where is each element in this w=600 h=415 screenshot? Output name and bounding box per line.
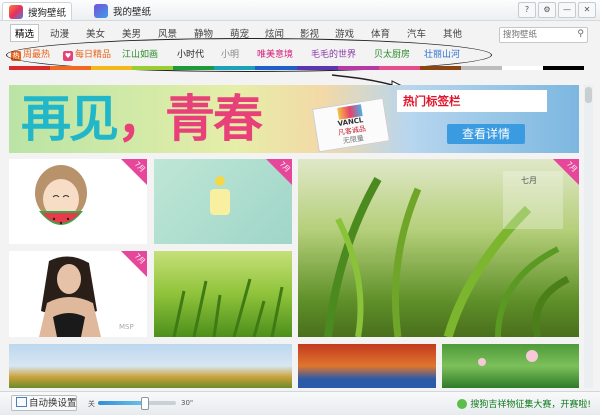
banner-title: 再见，青春 — [21, 90, 263, 148]
tile-green-grass[interactable] — [154, 251, 292, 337]
hot-tag-badge-icon: 热 — [11, 51, 21, 61]
color-swatch[interactable] — [255, 66, 297, 70]
slider-min-label: 关 — [88, 400, 95, 408]
tab-my-wallpaper[interactable]: 我的壁纸 — [90, 2, 174, 20]
view-details-button[interactable]: 查看详情 — [447, 124, 525, 144]
slider-max-label: 30" — [181, 399, 194, 407]
auto-change-settings-button[interactable]: 自动换设置 — [11, 395, 77, 411]
tile-lotus[interactable] — [442, 344, 579, 388]
category-games[interactable]: 游戏 — [335, 26, 354, 40]
hot-tag-item[interactable]: 毛毛的世界 — [311, 47, 356, 60]
settings-icon[interactable]: ⚙ — [538, 2, 556, 18]
window-controls: ? ⚙ — ✕ — [518, 2, 596, 18]
hot-tag-item[interactable]: 江山如画 — [122, 47, 158, 60]
tab-label: 我的壁纸 — [113, 7, 152, 18]
hot-tag-item[interactable]: 热周最热 — [11, 47, 50, 61]
category-other[interactable]: 其他 — [443, 26, 462, 40]
color-swatch[interactable] — [9, 66, 51, 70]
svg-text:七月: 七月 — [521, 176, 537, 185]
color-swatch[interactable] — [501, 66, 544, 70]
tile-woman-portrait[interactable]: MSP 7月 — [9, 251, 147, 337]
my-wallpaper-icon — [94, 4, 108, 18]
color-swatch[interactable] — [91, 66, 133, 70]
category-beauty[interactable]: 美女 — [86, 26, 105, 40]
search-box[interactable]: ⚲ — [499, 27, 588, 43]
close-icon[interactable]: ✕ — [578, 2, 596, 18]
category-cool[interactable]: 炫闻 — [265, 26, 284, 40]
mascot-contest-link[interactable]: 搜狗吉祥物征集大赛，开赛啦! — [457, 397, 591, 410]
sogou-wallpaper-icon — [9, 4, 23, 19]
scrollbar-thumb[interactable] — [585, 87, 592, 103]
color-swatch[interactable] — [378, 66, 420, 70]
title-bar: 搜狗壁纸 我的壁纸 ? ⚙ — ✕ — [0, 0, 600, 21]
hot-tag-badge-icon: ♥ — [63, 51, 73, 61]
mascot-icon — [457, 399, 468, 409]
category-sports[interactable]: 体育 — [371, 26, 390, 40]
color-swatch[interactable] — [214, 66, 256, 70]
hot-tag-item[interactable]: 唯美意境 — [257, 47, 293, 60]
vancl-product-box: VANCL 凡客诚品 无限量 — [312, 97, 390, 153]
color-swatch[interactable] — [50, 66, 92, 70]
wallpaper-grid: 再见，青春 VANCL 凡客诚品 无限量 热门标签栏 查看详情 7月 7月 七月… — [9, 85, 579, 388]
hot-tag-item[interactable]: 壮丽山河 — [424, 47, 460, 60]
color-swatch[interactable] — [296, 66, 338, 70]
minimize-icon[interactable]: — — [558, 2, 576, 18]
search-input[interactable] — [500, 28, 572, 42]
color-swatch[interactable] — [337, 66, 379, 70]
tile-red-trees[interactable] — [298, 344, 436, 388]
hot-tag-item[interactable]: 小时代 — [177, 47, 204, 60]
bottom-bar: 自动换设置 关 30" 搜狗吉祥物征集大赛，开赛啦! — [0, 391, 600, 415]
hot-tag-callout-label: 热门标签栏 — [397, 90, 547, 112]
category-featured[interactable]: 精选 — [10, 24, 40, 42]
vertical-scrollbar[interactable] — [584, 85, 593, 388]
help-icon[interactable]: ? — [518, 2, 536, 18]
monitor-icon — [16, 397, 27, 407]
search-icon[interactable]: ⚲ — [577, 29, 584, 39]
hot-tag-item[interactable]: ♥ 每日精品 — [63, 47, 111, 61]
tile-grass-large[interactable]: 七月 7月 — [298, 159, 579, 337]
tab-sogou-wallpaper[interactable]: 搜狗壁纸 — [2, 2, 72, 20]
color-swatch[interactable] — [543, 66, 585, 70]
promo-banner[interactable]: 再见，青春 VANCL 凡客诚品 无限量 热门标签栏 查看详情 — [9, 85, 579, 153]
tile-mint-calendar[interactable]: 7月 — [154, 159, 292, 244]
color-filter-strip — [9, 66, 585, 70]
category-scenery[interactable]: 风景 — [158, 26, 177, 40]
tile-autumn-lake[interactable] — [9, 344, 292, 388]
color-swatch[interactable] — [173, 66, 215, 70]
category-film[interactable]: 影视 — [300, 26, 319, 40]
color-swatch[interactable] — [419, 66, 461, 70]
slider-knob[interactable] — [141, 397, 150, 410]
category-handsome[interactable]: 美男 — [122, 26, 141, 40]
color-swatch[interactable] — [132, 66, 174, 70]
hot-tag-item[interactable]: 贝太厨房 — [374, 47, 410, 60]
svg-text:MSP: MSP — [119, 323, 134, 331]
tile-girl-watermelon[interactable]: 7月 — [9, 159, 147, 244]
category-still-life[interactable]: 静物 — [194, 26, 213, 40]
category-pets[interactable]: 萌宠 — [230, 26, 249, 40]
interval-slider[interactable] — [98, 397, 176, 410]
hot-tag-item[interactable]: 小明 — [221, 47, 239, 60]
color-swatch[interactable] — [460, 66, 502, 70]
tab-label: 搜狗壁纸 — [28, 7, 67, 19]
category-cars[interactable]: 汽车 — [407, 26, 426, 40]
category-anime[interactable]: 动漫 — [50, 26, 69, 40]
